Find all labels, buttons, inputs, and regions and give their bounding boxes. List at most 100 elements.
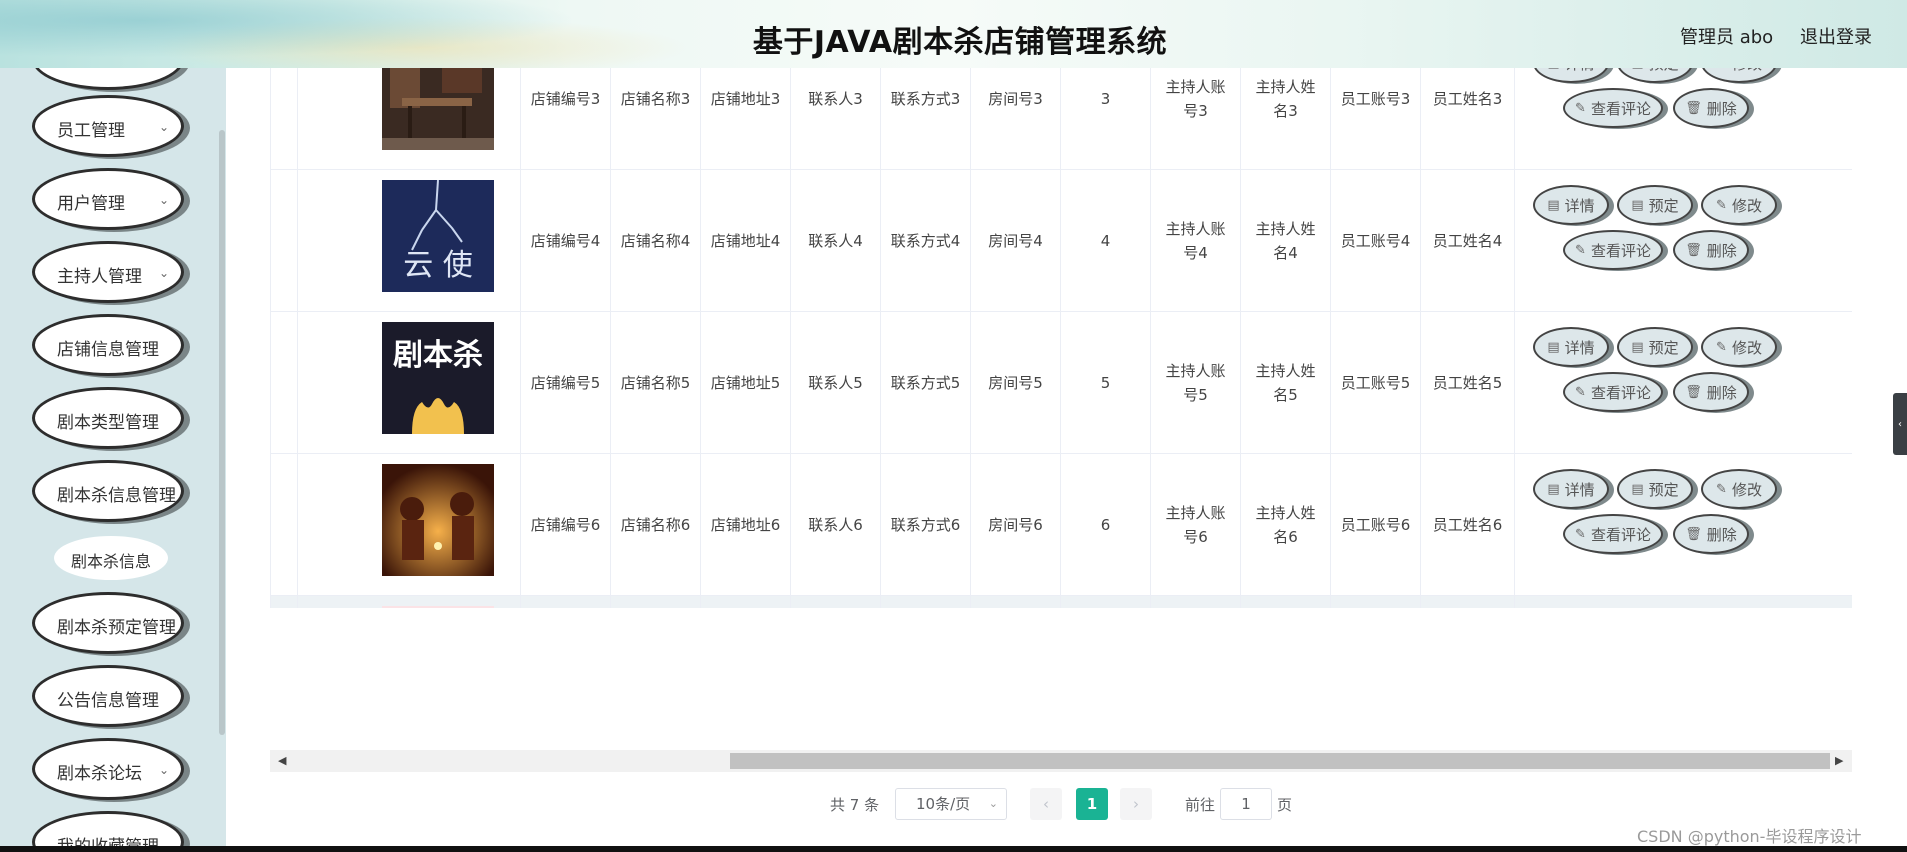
cell-store-name: 店铺名称5 bbox=[611, 312, 701, 454]
cell-text: 员工账号5 bbox=[1340, 374, 1411, 392]
cell-text: 店铺编号5 bbox=[530, 374, 601, 392]
page-size-select[interactable]: 10条/页 ⌄ bbox=[895, 788, 1007, 820]
delete-button[interactable]: 🗑 删除 bbox=[1673, 88, 1749, 128]
sidebar-item-label: 剧本类型管理 bbox=[57, 413, 159, 433]
sidebar-item-users[interactable]: 用户管理 ⌄ bbox=[32, 168, 184, 230]
chevron-down-icon: ⌄ bbox=[159, 763, 170, 777]
row-actions: ▤详情▤预定✎修改 ✎查看评论🗑删除 bbox=[1515, 454, 1852, 596]
button-label: 查看评论 bbox=[1590, 525, 1651, 544]
sidebar-subitem-script-info[interactable]: 剧本杀信息 bbox=[54, 536, 168, 580]
cell-address: 店铺地址3 bbox=[701, 68, 791, 170]
cell-text: 主持人姓名3 bbox=[1255, 78, 1316, 120]
cell-store-name: XX剧本杀 bbox=[611, 596, 701, 608]
cell-address: 店铺地址6 bbox=[701, 454, 791, 596]
cell-host-name: 张倩 bbox=[1241, 596, 1331, 608]
cell-text: 主持人姓名5 bbox=[1255, 362, 1316, 404]
cell-phone: 联系方式4 bbox=[881, 170, 971, 312]
cell-store-no: 店铺编号6 bbox=[521, 454, 611, 596]
reserve-button[interactable]: ▤预定 bbox=[1617, 469, 1693, 509]
cell-staff-account: 员工账号6 bbox=[1331, 454, 1421, 596]
cell-text: 店铺名称3 bbox=[620, 90, 691, 108]
sidebar-item-top-partial[interactable] bbox=[32, 68, 184, 90]
sidebar-item-label: 剧本杀信息管理 bbox=[57, 486, 176, 506]
page-title: 基于JAVA剧本杀店铺管理系统 bbox=[752, 25, 1168, 60]
table-row: 店铺编号3 店铺名称3 店铺地址3 联系人3 联系方式3 房间号3 3 主持人账号3 主持人姓名… bbox=[270, 68, 1852, 170]
sidebar-scrollbar-thumb[interactable] bbox=[219, 130, 225, 735]
cell-text: 主持人账号3 bbox=[1165, 78, 1226, 120]
store-image: 云 使 bbox=[382, 180, 494, 292]
row-select-cell bbox=[270, 170, 298, 312]
page-number-current[interactable]: 1 bbox=[1076, 788, 1108, 820]
cell-host-account: 3 bbox=[1151, 596, 1241, 608]
scroll-left-icon[interactable]: ◀ bbox=[278, 754, 286, 767]
store-image-logo-text: 剧本杀 bbox=[393, 338, 483, 373]
cell-text: 店铺名称4 bbox=[620, 232, 691, 250]
goto-label: 前往 bbox=[1185, 796, 1216, 814]
cell-address: 店铺地址5 bbox=[701, 312, 791, 454]
detail-button[interactable]: ▤详情 bbox=[1533, 185, 1609, 225]
cell-staff-account: 2 bbox=[1331, 596, 1421, 608]
cell-store-no: 1650636341121 bbox=[521, 596, 611, 608]
cell-host-name: 主持人姓名3 bbox=[1241, 68, 1331, 170]
logout-link[interactable]: 退出登录 bbox=[1800, 23, 1872, 49]
cell-text: 房间号5 bbox=[988, 374, 1043, 392]
detail-button[interactable]: ▤详情 bbox=[1533, 469, 1609, 509]
sidebar-item-reservations[interactable]: 剧本杀预定管理 bbox=[32, 592, 184, 654]
prev-page-button[interactable]: ‹ bbox=[1030, 788, 1062, 820]
cell-text: 联系方式5 bbox=[890, 374, 961, 392]
scroll-right-icon[interactable]: ▶ bbox=[1835, 754, 1843, 767]
cell-text: 联系人6 bbox=[808, 516, 863, 534]
goto-page-input[interactable]: 1 bbox=[1220, 788, 1272, 820]
document-icon: ▤ bbox=[1631, 68, 1643, 71]
sidebar-item-staff[interactable]: 员工管理 ⌄ bbox=[32, 95, 184, 157]
cell-text: 联系人5 bbox=[808, 374, 863, 392]
sidebar-item-store-info[interactable]: 店铺信息管理 bbox=[32, 314, 184, 376]
goto-page-suffix: 页 bbox=[1277, 796, 1293, 814]
cell-contact: 联系人3 bbox=[791, 68, 881, 170]
store-image bbox=[382, 464, 494, 576]
cell-text: 员工账号4 bbox=[1340, 232, 1411, 250]
row-actions: ▤详情 ▤预定 ✎修改 ✎查看评论🗑删除 bbox=[1515, 68, 1852, 170]
table-scrollbar-thumb[interactable] bbox=[730, 753, 1830, 769]
sidebar-item-label: 公告信息管理 bbox=[57, 691, 159, 711]
cell-text: 主持人姓名4 bbox=[1255, 220, 1316, 262]
table-row: 剧本杀 店铺编号5 店铺名称5 店铺地址5 联系人5 联系方式5 房间号5 5 主持人账号5 主持… bbox=[270, 312, 1852, 454]
view-comments-button[interactable]: ✎ 查看评论 bbox=[1563, 230, 1663, 270]
detail-button[interactable]: ▤详情 bbox=[1533, 327, 1609, 367]
delete-button[interactable]: 🗑 删除 bbox=[1673, 230, 1749, 270]
view-comments-button[interactable]: ✎ 查看评论 bbox=[1563, 88, 1663, 128]
document-icon: ▤ bbox=[1547, 481, 1560, 497]
view-comments-button[interactable]: ✎ 查看评论 bbox=[1563, 514, 1663, 554]
sidebar-item-announcements[interactable]: 公告信息管理 bbox=[32, 665, 184, 727]
reserve-button[interactable]: ▤预定 bbox=[1617, 185, 1693, 225]
sidebar-item-script-types[interactable]: 剧本类型管理 bbox=[32, 387, 184, 449]
reserve-button[interactable]: ▤预定 bbox=[1617, 327, 1693, 367]
cell-text: 房间号4 bbox=[988, 232, 1043, 250]
edit-button[interactable]: ✎修改 bbox=[1701, 327, 1777, 367]
sidebar-item-forum[interactable]: 剧本杀论坛 ⌄ bbox=[32, 738, 184, 800]
cell-store-name: 店铺名称4 bbox=[611, 170, 701, 312]
cell-text: 员工姓名6 bbox=[1432, 516, 1503, 534]
edit-button[interactable]: ✎修改 bbox=[1701, 68, 1777, 83]
side-collapse-tab[interactable]: ‹ bbox=[1893, 393, 1907, 455]
row-actions: ▤详情▤预定✎修改 ✎查看评论🗑删除 bbox=[1515, 170, 1852, 312]
reserve-button[interactable]: ▤预定 bbox=[1617, 68, 1693, 83]
next-page-button[interactable]: › bbox=[1120, 788, 1152, 820]
table-row: 店铺编号6 店铺名称6 店铺地址6 联系人6 联系方式6 房间号6 6 主持人账号6 主持人姓名… bbox=[270, 454, 1852, 596]
svg-text:云 使: 云 使 bbox=[403, 248, 473, 283]
cell-store-no: 店铺编号3 bbox=[521, 68, 611, 170]
edit-button[interactable]: ✎修改 bbox=[1701, 469, 1777, 509]
cell-store-no: 店铺编号4 bbox=[521, 170, 611, 312]
cell-phone: 联系方式6 bbox=[881, 454, 971, 596]
delete-button[interactable]: 🗑 删除 bbox=[1673, 372, 1749, 412]
sidebar-item-hosts[interactable]: 主持人管理 ⌄ bbox=[32, 241, 184, 303]
edit-button[interactable]: ✎修改 bbox=[1701, 185, 1777, 225]
delete-button[interactable]: 🗑 删除 bbox=[1673, 514, 1749, 554]
table-horizontal-scrollbar[interactable]: ◀ ▶ bbox=[270, 750, 1852, 772]
detail-button[interactable]: ▤详情 bbox=[1533, 68, 1609, 83]
image-cell bbox=[298, 596, 521, 608]
view-comments-button[interactable]: ✎ 查看评论 bbox=[1563, 372, 1663, 412]
sidebar-item-script-info[interactable]: 剧本杀信息管理 bbox=[32, 460, 184, 522]
cell-store-no: 店铺编号5 bbox=[521, 312, 611, 454]
cell-staff-account: 员工账号3 bbox=[1331, 68, 1421, 170]
